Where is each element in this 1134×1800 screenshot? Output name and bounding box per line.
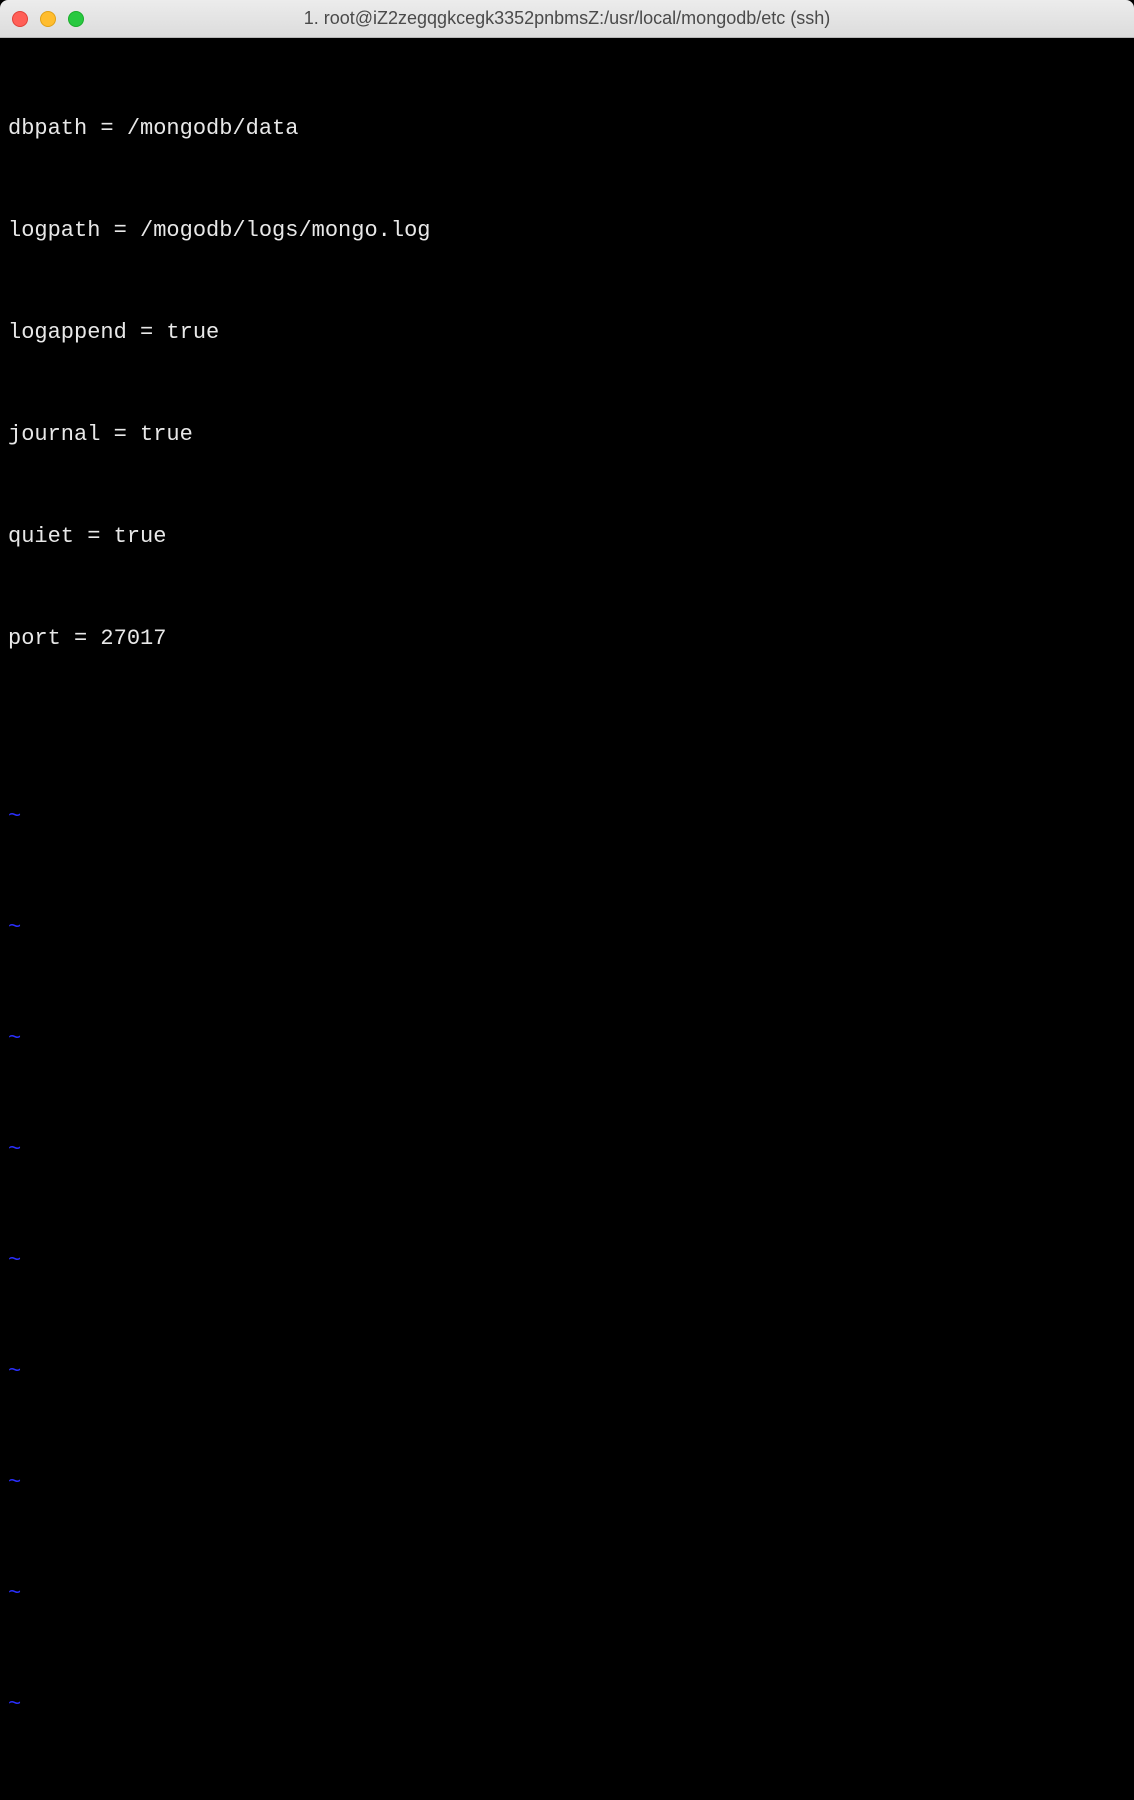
traffic-lights <box>12 11 84 27</box>
vim-tilde: ~ <box>8 909 1126 946</box>
config-line: journal = true <box>8 418 1126 452</box>
vim-empty-lines: ~ ~ ~ ~ ~ ~ ~ ~ ~ ~ ~ ~ ~ ~ ~ ~ ~ ~ <box>8 724 1126 1800</box>
editor-content: dbpath = /mongodb/data logpath = /mogodb… <box>8 44 1126 724</box>
config-line: logpath = /mogodb/logs/mongo.log <box>8 214 1126 248</box>
config-line: logappend = true <box>8 316 1126 350</box>
vim-tilde: ~ <box>8 1020 1126 1057</box>
close-icon[interactable] <box>12 11 28 27</box>
vim-tilde: ~ <box>8 1353 1126 1390</box>
window-title: 1. root@iZ2zegqgkcegk3352pnbmsZ:/usr/loc… <box>0 8 1134 29</box>
config-line: quiet = true <box>8 520 1126 554</box>
terminal-viewport[interactable]: dbpath = /mongodb/data logpath = /mogodb… <box>0 38 1134 900</box>
vim-tilde: ~ <box>8 798 1126 835</box>
window-titlebar: 1. root@iZ2zegqgkcegk3352pnbmsZ:/usr/loc… <box>0 0 1134 38</box>
maximize-icon[interactable] <box>68 11 84 27</box>
config-line: port = 27017 <box>8 622 1126 656</box>
minimize-icon[interactable] <box>40 11 56 27</box>
vim-tilde: ~ <box>8 1686 1126 1723</box>
vim-tilde: ~ <box>8 1131 1126 1168</box>
vim-tilde: ~ <box>8 1575 1126 1612</box>
vim-tilde: ~ <box>8 1242 1126 1279</box>
config-line: dbpath = /mongodb/data <box>8 112 1126 146</box>
vim-tilde: ~ <box>8 1464 1126 1501</box>
vim-tilde: ~ <box>8 1797 1126 1800</box>
